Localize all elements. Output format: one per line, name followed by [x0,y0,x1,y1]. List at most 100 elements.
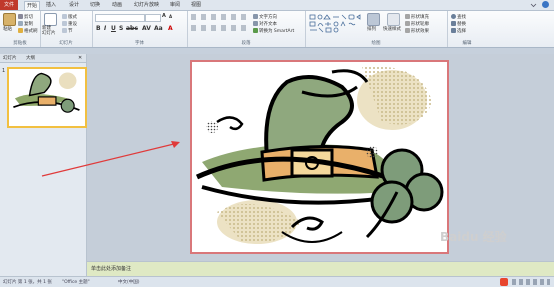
align-text-label: 对齐文本 [259,22,277,27]
clipboard-group-label: 剪贴板 [13,41,27,46]
select-label: 选择 [457,29,466,34]
font-size-select[interactable] [145,14,161,22]
strikethrough-icon[interactable]: abc [126,25,138,32]
paste-button[interactable]: 粘贴 [3,26,12,32]
pane-tabs: 幻灯片 大纲 ✕ [0,54,86,63]
font-color-icon[interactable]: A [168,25,173,32]
drawing-group: 排列 快速样式 形状填充 形状轮廓 形状效果 绘图 [305,11,448,47]
shape-outline-icon [405,21,410,26]
shape-fill-label: 形状填充 [411,15,429,20]
paragraph-group: 文字方向 对齐文本 转换为 SmartArt 段落 [187,11,306,47]
font-group-label: 字体 [135,41,144,46]
paragraph-group-label: 段落 [241,41,251,46]
shape-outline-label: 形状轮廓 [411,22,429,27]
tray-icons[interactable] [512,279,550,285]
slide-canvas[interactable] [190,60,449,254]
reset-label: 重设 [68,22,77,27]
char-spacing-icon[interactable]: AV [142,25,151,32]
slide-info: 幻灯片 第 1 张，共 1 张 [3,280,52,285]
ribbon-tab-bar: 文件 开始 插入 设计 切换 动画 幻灯片放映 审阅 视图 [0,0,554,11]
editing-group-label: 编辑 [462,41,472,46]
shape-fill-icon [405,14,410,19]
scissors-icon [18,14,23,19]
s-logo-icon [500,278,508,286]
tab-design[interactable]: 设计 [69,1,79,9]
shape-fill-button[interactable]: 形状填充 [405,14,429,20]
shape-effects-icon [405,28,410,33]
align-text-button[interactable]: 对齐文本 [253,21,277,27]
new-slide-icon [44,13,57,26]
tab-view[interactable]: 视图 [191,1,201,9]
smartart-button[interactable]: 转换为 SmartArt [253,28,294,34]
tab-insert[interactable]: 插入 [46,1,56,9]
tab-file[interactable]: 文件 [0,0,18,10]
copy-button[interactable]: 复制 [18,21,33,27]
tab-transitions[interactable]: 切换 [90,1,100,9]
find-icon [451,14,456,19]
copy-label: 复制 [24,22,33,27]
tab-slideshow[interactable]: 幻灯片放映 [134,1,159,9]
tab-slides[interactable]: 幻灯片 [3,55,17,61]
replace-label: 替换 [457,22,466,27]
paste-icon [3,13,16,26]
slides-group: 新建 幻灯片 版式 重设 节 幻灯片 [40,11,93,47]
tab-home[interactable]: 开始 [24,1,40,10]
shape-outline-button[interactable]: 形状轮廓 [405,21,429,27]
replace-button[interactable]: 替换 [451,21,466,27]
quick-styles-icon [387,13,400,26]
select-button[interactable]: 选择 [451,28,466,34]
language[interactable]: 中文(中国) [118,279,140,285]
reset-button[interactable]: 重设 [62,21,77,27]
editing-group: 查找 替换 选择 编辑 [447,11,487,47]
replace-icon [451,21,456,26]
shapes-gallery[interactable] [309,14,363,34]
list-indent-icons[interactable] [191,14,247,20]
font-name-select[interactable] [95,14,145,22]
find-label: 查找 [457,15,466,20]
italic-icon[interactable]: I [104,25,106,32]
cut-button[interactable]: 剪切 [18,14,33,20]
leprechaun-hat-clipart [195,66,444,244]
section-button[interactable]: 节 [62,28,73,34]
clipboard-group: 粘贴 剪切 复制 格式刷 剪贴板 [0,11,41,47]
format-painter-button[interactable]: 格式刷 [18,28,38,34]
shape-effects-label: 形状效果 [411,29,429,34]
status-bar: 幻灯片 第 1 张，共 1 张 "Office 主题" 中文(中国) [0,276,554,287]
layout-icon [62,14,67,19]
watermark: Baidu 经验 [440,230,507,244]
smartart-label: 转换为 SmartArt [259,29,295,34]
shrink-font-icon[interactable]: A [169,14,172,19]
tab-review[interactable]: 审阅 [170,1,180,9]
tab-animations[interactable]: 动画 [112,1,122,9]
layout-label: 版式 [68,15,77,20]
text-direction-label: 文字方向 [259,15,277,20]
reset-icon [62,21,67,26]
new-slide-button[interactable]: 新建 幻灯片 [42,26,62,36]
minimize-ribbon-icon[interactable] [530,2,537,8]
quick-styles-button[interactable]: 快速样式 [383,26,401,32]
notes-pane[interactable]: 单击此处添加备注 [87,261,554,277]
find-button[interactable]: 查找 [451,14,466,20]
bold-icon[interactable]: B [96,25,101,32]
close-pane-icon[interactable]: ✕ [78,55,82,61]
drawing-group-label: 绘图 [371,41,381,46]
grow-font-icon[interactable]: A [162,13,166,19]
slide-number: 1 [2,68,6,74]
layout-button[interactable]: 版式 [62,14,77,20]
help-icon[interactable] [542,1,549,8]
shape-effects-button[interactable]: 形状效果 [405,28,429,34]
select-icon [451,28,456,33]
text-direction-button[interactable]: 文字方向 [253,14,277,20]
arrange-icon [367,13,380,26]
change-case-icon[interactable]: Aa [154,25,163,32]
tab-outline[interactable]: 大纲 [26,55,35,61]
copy-icon [18,21,23,26]
pointer-arrow [40,138,190,178]
slide-thumbnail[interactable] [7,67,87,128]
underline-icon[interactable]: U [111,25,116,32]
smartart-icon [253,28,258,33]
alignment-icons[interactable] [191,25,247,31]
shadow-icon[interactable]: S [119,25,123,32]
arrange-button[interactable]: 排列 [367,26,376,32]
theme-name: "Office 主题" [62,280,90,285]
